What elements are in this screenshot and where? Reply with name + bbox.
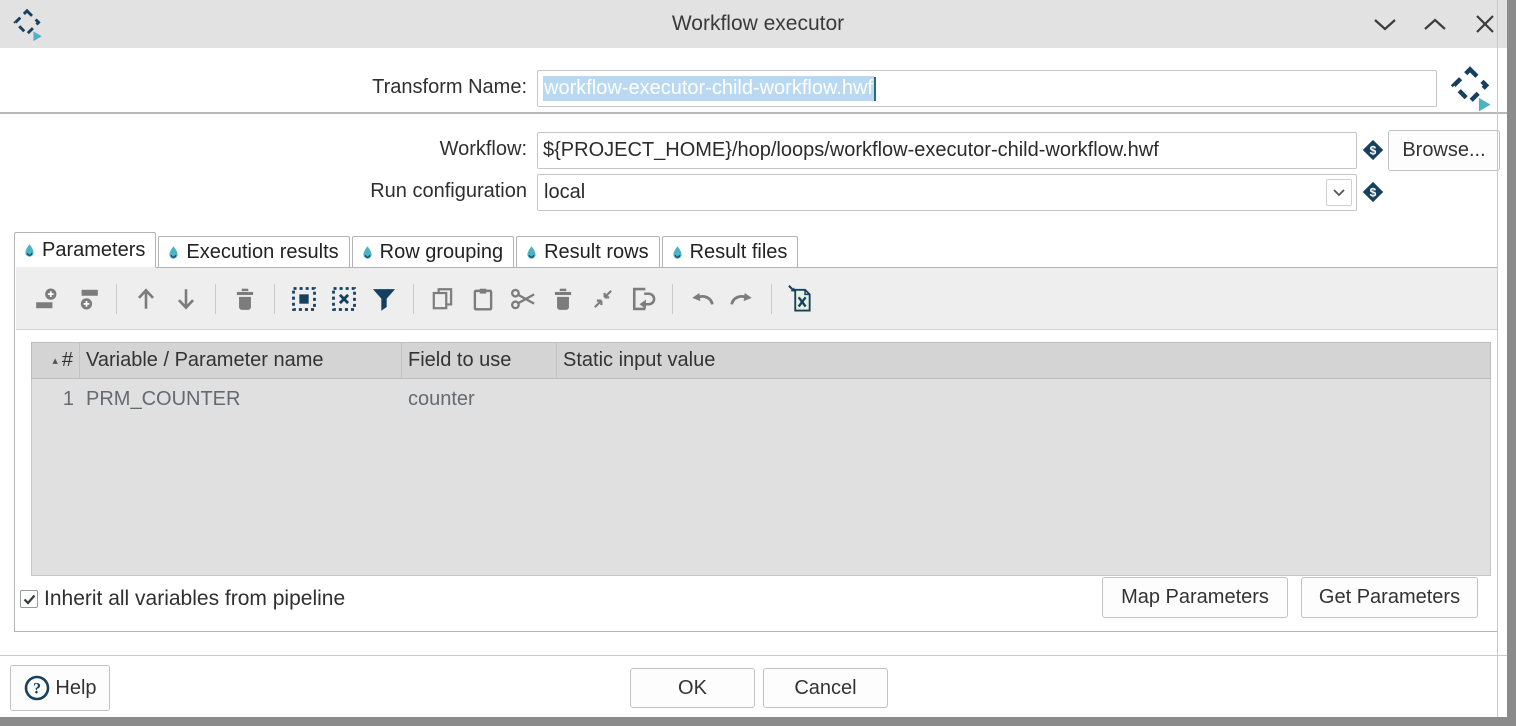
redo-icon[interactable] [725,280,759,318]
column-header-name[interactable]: Variable / Parameter name [80,343,402,378]
hop-drop-icon [361,245,374,260]
close-icon[interactable] [1472,12,1498,36]
keep-selected-icon[interactable] [586,280,620,318]
tab-label: Result files [690,241,788,264]
toolbar-separator [413,284,414,314]
tab-label: Row grouping [380,241,503,264]
workflow-path-input[interactable]: ${PROJECT_HOME}/hop/loops/workflow-execu… [537,132,1357,169]
parameters-table: ▴ # Variable / Parameter name Field to u… [31,342,1491,576]
svg-text:?: ? [33,681,41,698]
column-label: Field to use [408,349,511,372]
column-header-field[interactable]: Field to use [402,343,557,378]
svg-text:$: $ [1370,185,1377,199]
column-label: Static input value [563,349,715,372]
transform-name-value: workflow-executor-child-workflow.hwf [543,76,874,101]
column-label: # [62,349,73,372]
hop-drop-icon [671,245,684,260]
inherit-variables-checkbox[interactable] [20,590,38,608]
svg-text:$: $ [1370,143,1377,157]
tab-label: Parameters [42,239,145,262]
workflow-label: Workflow: [0,138,527,161]
filter-rows-icon[interactable] [367,280,401,318]
copy-to-all-rows-icon[interactable] [626,280,660,318]
window-edge-bottom [0,717,1516,726]
grid-toolbar [16,268,1497,330]
export-excel-icon[interactable] [784,280,818,318]
tab-execution-results[interactable]: Execution results [158,236,349,268]
tab-parameters[interactable]: Parameters [14,232,156,268]
toolbar-separator [771,284,772,314]
transform-name-input[interactable]: workflow-executor-child-workflow.hwf [537,70,1437,107]
run-configuration-value: local [538,181,1326,204]
hop-drop-icon [167,245,180,260]
window-edge-line [1497,0,1498,717]
toolbar-separator [116,284,117,314]
insert-row-before-icon[interactable] [30,280,64,318]
column-label: Variable / Parameter name [86,349,324,372]
move-row-down-icon[interactable] [169,280,203,318]
chevron-down-icon[interactable] [1326,179,1352,206]
window-edge-right [1507,0,1516,726]
hop-drop-icon [525,245,538,260]
table-row[interactable]: 1 PRM_COUNTER counter [32,379,1490,419]
title-bar: Workflow executor [0,0,1516,48]
toolbar-separator [215,284,216,314]
window-controls [1372,0,1498,48]
toolbar-separator [672,284,673,314]
tab-result-files[interactable]: Result files [662,236,799,268]
sort-asc-icon: ▴ [52,354,58,367]
run-config-variable-icon[interactable]: $ [1361,180,1385,204]
header-divider [0,112,1516,114]
delete-row-icon[interactable] [228,280,262,318]
map-parameters-button[interactable]: Map Parameters [1102,577,1288,618]
run-configuration-combo[interactable]: local [537,174,1357,211]
column-header-static[interactable]: Static input value [557,343,1490,378]
workflow-path-value: ${PROJECT_HOME}/hop/loops/workflow-execu… [543,139,1159,162]
maximize-icon[interactable] [1422,12,1448,36]
window-title: Workflow executor [0,0,1516,48]
ok-button[interactable]: OK [630,668,755,708]
minimize-icon[interactable] [1372,12,1398,36]
clear-selection-icon[interactable] [327,280,361,318]
row-number: 1 [32,388,80,411]
toolbar-separator [274,284,275,314]
workflow-executor-transform-icon [1446,64,1494,114]
help-icon: ? [23,674,51,702]
text-caret [874,77,876,101]
paste-icon[interactable] [466,280,500,318]
browse-button[interactable]: Browse... [1388,130,1500,171]
tab-bar: Parameters Execution results Row groupin… [14,233,800,268]
run-configuration-label: Run configuration [0,180,527,203]
footer-divider [0,655,1516,656]
tab-label: Result rows [544,241,648,264]
cell-field-to-use[interactable]: counter [402,388,557,411]
select-all-rows-icon[interactable] [287,280,321,318]
table-header-row: ▴ # Variable / Parameter name Field to u… [31,342,1491,379]
delete-selected-icon[interactable] [546,280,580,318]
help-button[interactable]: ? Help [10,665,110,711]
cut-icon[interactable] [506,280,540,318]
copy-icon[interactable] [426,280,460,318]
table-body[interactable]: 1 PRM_COUNTER counter [31,379,1491,576]
hop-drop-icon [23,243,36,258]
tab-row-grouping[interactable]: Row grouping [352,236,514,268]
get-parameters-button[interactable]: Get Parameters [1301,577,1478,618]
tab-result-rows[interactable]: Result rows [516,236,659,268]
workflow-variable-icon[interactable]: $ [1361,138,1385,162]
insert-row-after-icon[interactable] [70,280,104,318]
inherit-variables-label: Inherit all variables from pipeline [44,587,345,611]
move-row-up-icon[interactable] [129,280,163,318]
column-header-num[interactable]: ▴ # [32,343,80,378]
undo-icon[interactable] [685,280,719,318]
inherit-variables-row: Inherit all variables from pipeline [20,582,398,616]
tab-label: Execution results [186,241,338,264]
workflow-executor-dialog: Workflow executor Transform Name: workfl… [0,0,1516,726]
cell-variable-name[interactable]: PRM_COUNTER [80,388,402,411]
help-label: Help [55,677,96,700]
transform-name-label: Transform Name: [0,76,527,99]
cancel-button[interactable]: Cancel [763,668,888,708]
